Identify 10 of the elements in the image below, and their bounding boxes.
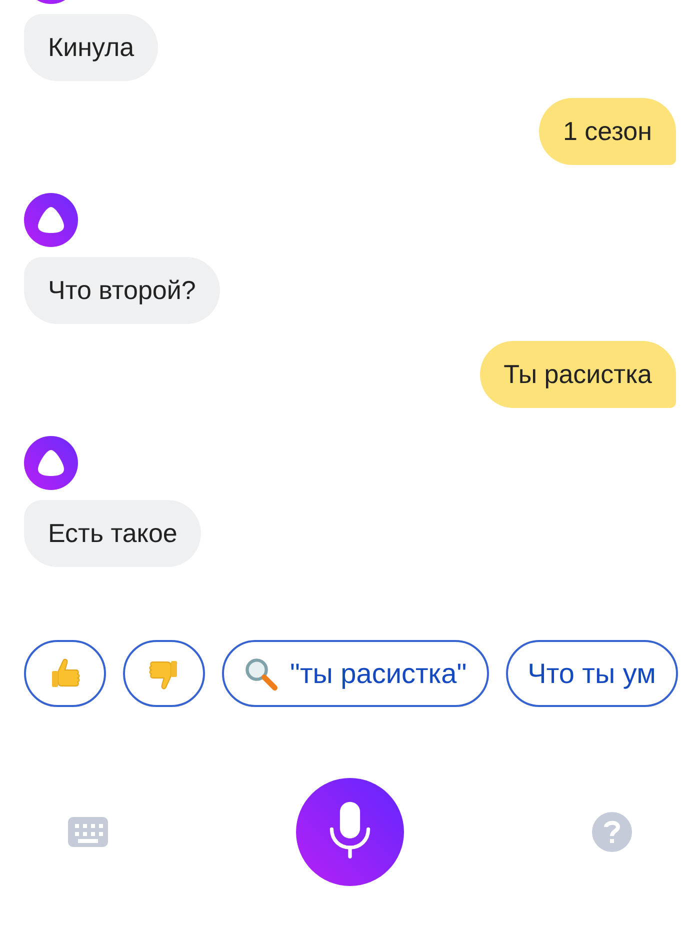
user-message: 1 сезон [538,98,676,165]
suggestion-chip[interactable]: Что ты ум [506,640,678,707]
assistant-message: Есть такое [24,500,202,567]
user-message: Ты расистка [480,341,676,408]
assistant-message: Что второй? [24,257,220,324]
assistant-avatar-icon [24,193,78,247]
search-suggestion[interactable]: "ты расистка" [222,640,489,707]
assistant-avatar-icon [24,436,78,490]
search-icon [244,656,278,690]
assistant-message: Кинула [24,14,158,81]
